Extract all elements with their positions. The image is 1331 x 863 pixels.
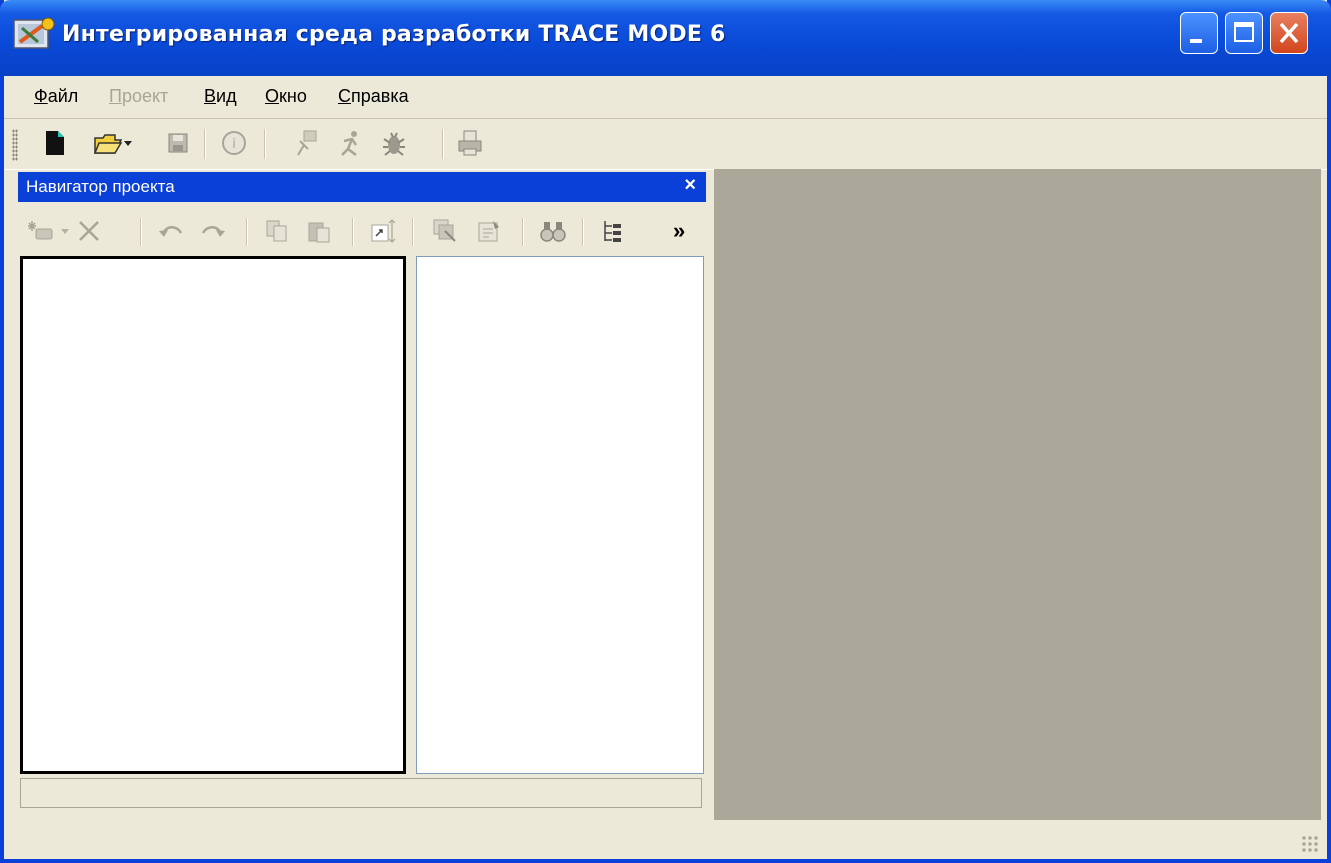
minimize-icon xyxy=(1190,39,1202,43)
dropdown-arrow-icon xyxy=(124,141,132,146)
info-icon: i xyxy=(222,131,246,155)
toolbar-grip[interactable] xyxy=(12,129,18,161)
maximize-icon xyxy=(1234,22,1254,42)
run-button[interactable] xyxy=(290,127,322,159)
menu-window[interactable]: Окно xyxy=(265,86,307,107)
window-title: Интегрированная среда разработки TRACE M… xyxy=(62,22,726,47)
open-dropdown[interactable] xyxy=(120,127,136,159)
toolbar-separator xyxy=(140,218,142,246)
properties-icon xyxy=(478,221,499,242)
delete-icon xyxy=(79,221,99,241)
close-window-button[interactable] xyxy=(1270,12,1308,54)
svg-text:i: i xyxy=(232,137,236,152)
project-contents-pane[interactable] xyxy=(416,256,704,774)
undo-icon xyxy=(159,226,183,237)
delete-button[interactable] xyxy=(74,216,104,246)
menu-project[interactable]: Проект xyxy=(109,86,168,107)
toolbar-separator xyxy=(522,218,524,246)
menu-help[interactable]: Справка xyxy=(338,86,409,107)
info-button[interactable]: i xyxy=(218,127,250,159)
tree-view-button[interactable] xyxy=(598,216,628,246)
toolbar-separator xyxy=(352,218,354,246)
menu-bar: Файл Проект Вид Окно Справка xyxy=(4,76,1327,119)
navigator-close-button[interactable]: × xyxy=(684,174,696,197)
menu-view[interactable]: Вид xyxy=(204,86,237,107)
project-navigator: Навигатор проекта × » xyxy=(18,172,708,820)
toolbar-separator xyxy=(412,218,414,246)
navigator-status-strip xyxy=(20,778,702,808)
resize-grip[interactable] xyxy=(1301,835,1319,853)
debug-bug-icon xyxy=(383,132,405,156)
run-icon xyxy=(297,130,317,156)
navigator-header[interactable]: Навигатор проекта × xyxy=(18,172,706,202)
redo-icon xyxy=(201,226,225,237)
find-button[interactable] xyxy=(538,216,568,246)
app-icon xyxy=(13,17,55,49)
print-icon xyxy=(458,130,482,156)
link-button[interactable] xyxy=(368,216,398,246)
workspace-area[interactable] xyxy=(714,169,1321,820)
group-copy-button[interactable] xyxy=(430,216,460,246)
save-disk-icon xyxy=(168,133,188,153)
project-tree-pane[interactable] xyxy=(20,256,406,774)
find-binoculars-icon xyxy=(540,222,566,242)
toolbar-separator xyxy=(246,218,248,246)
new-item-dropdown[interactable] xyxy=(58,216,72,246)
navigator-title: Навигатор проекта xyxy=(26,177,175,196)
close-icon xyxy=(1279,22,1299,44)
running-man-icon xyxy=(341,131,358,156)
print-button[interactable] xyxy=(454,127,486,159)
link-icon xyxy=(371,219,396,243)
menu-file[interactable]: Файл xyxy=(34,86,78,107)
toolbar-overflow-chevron-icon[interactable]: » xyxy=(673,218,685,244)
redo-button[interactable] xyxy=(198,216,228,246)
navigator-toolbar: » xyxy=(18,206,706,254)
toolbar-separator xyxy=(204,129,206,159)
toolbar-separator xyxy=(264,129,266,159)
copy-icon xyxy=(266,220,287,242)
new-document-button[interactable] xyxy=(38,127,70,159)
copy-button[interactable] xyxy=(262,216,292,246)
tree-view-icon xyxy=(604,221,621,242)
new-item-icon xyxy=(28,221,53,240)
minimize-button[interactable] xyxy=(1180,12,1218,54)
new-item-button[interactable] xyxy=(26,216,56,246)
title-bar[interactable]: Интегрированная среда разработки TRACE M… xyxy=(0,0,1331,76)
undo-button[interactable] xyxy=(156,216,186,246)
app-window: Интегрированная среда разработки TRACE M… xyxy=(0,0,1331,863)
properties-button[interactable] xyxy=(474,216,504,246)
debug-button[interactable] xyxy=(378,127,410,159)
open-folder-icon xyxy=(93,134,123,154)
toolbar-separator xyxy=(582,218,584,246)
new-document-icon xyxy=(46,131,64,155)
running-man-button[interactable] xyxy=(334,127,366,159)
paste-button[interactable] xyxy=(304,216,334,246)
main-toolbar: i xyxy=(4,119,1327,170)
toolbar-separator xyxy=(442,129,444,159)
group-copy-icon xyxy=(433,219,456,242)
dropdown-arrow-icon xyxy=(61,229,69,234)
paste-icon xyxy=(308,222,330,243)
save-button[interactable] xyxy=(162,127,194,159)
maximize-button[interactable] xyxy=(1225,12,1263,54)
